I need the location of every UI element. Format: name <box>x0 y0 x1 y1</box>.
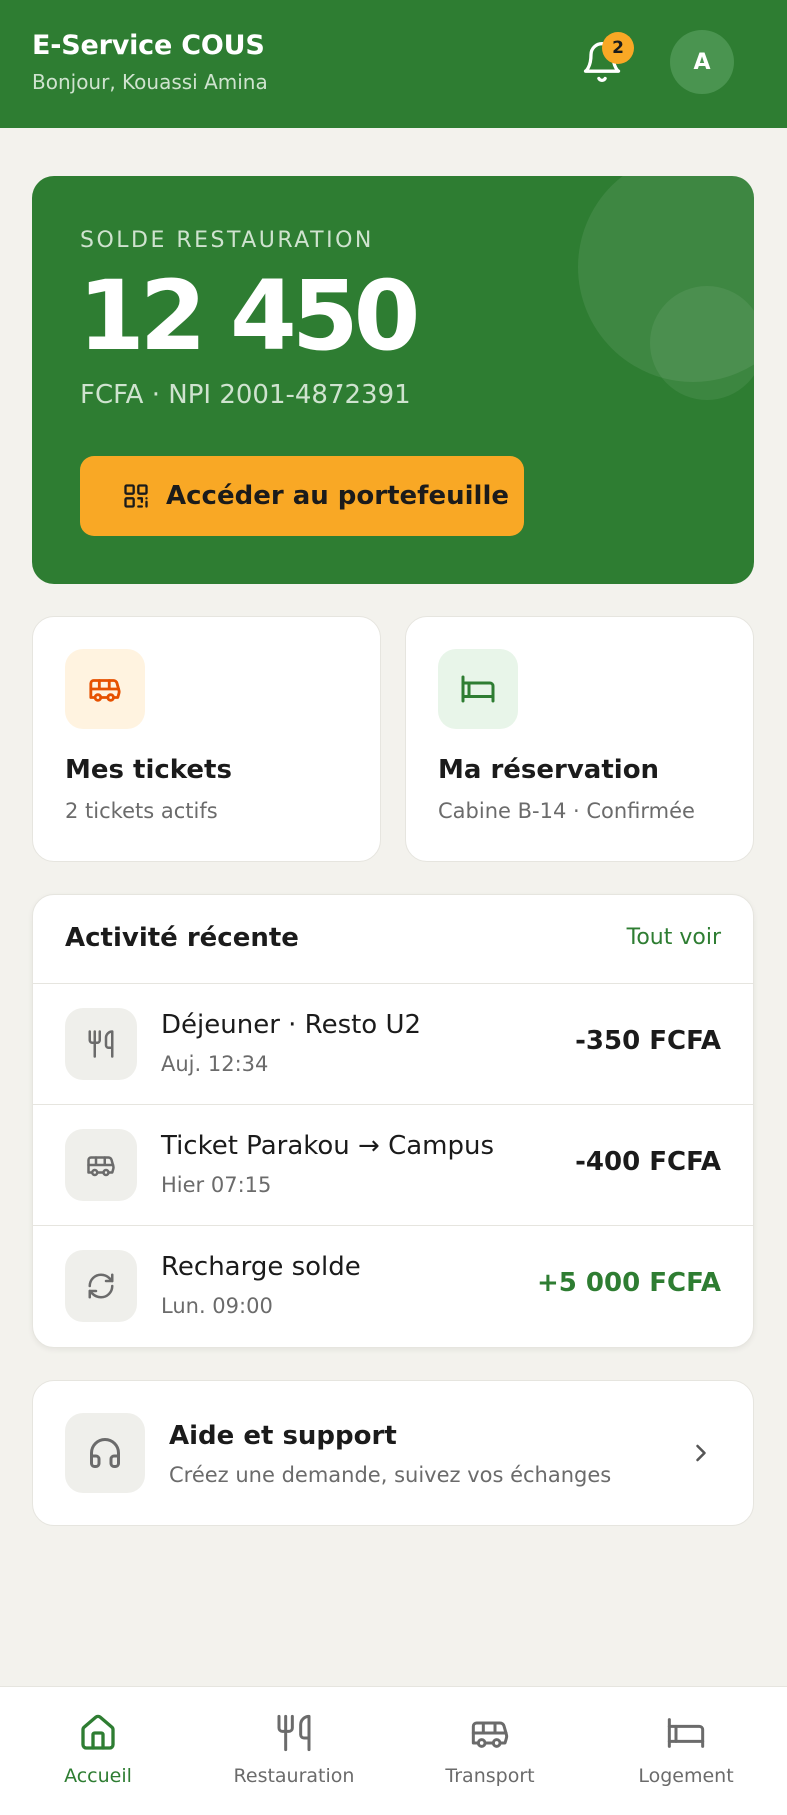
support-card[interactable]: Aide et support Créez une demande, suive… <box>32 1380 754 1526</box>
bottom-nav: Accueil Restauration Transport Logement <box>0 1686 787 1815</box>
reservation-icon-tile <box>438 649 518 729</box>
my-reservation-card[interactable]: Ma réservation Cabine B-14 · Confirmée <box>405 616 754 862</box>
nav-item-accueil[interactable]: Accueil <box>0 1687 196 1815</box>
activity-row-title: Ticket Parakou → Campus <box>161 1131 495 1161</box>
support-subtitle: Créez une demande, suivez vos échanges <box>169 1463 612 1487</box>
activity-row-date: Lun. 09:00 <box>161 1294 273 1318</box>
activity-row[interactable]: Recharge solde Lun. 09:00 +5 000 FCFA <box>33 1226 753 1347</box>
activity-icon-tile <box>65 1129 137 1201</box>
bed-icon <box>461 675 495 703</box>
nav-label: Restauration <box>233 1765 355 1787</box>
home-icon <box>81 1714 115 1750</box>
activity-row-title: Recharge solde <box>161 1252 361 1282</box>
bed-icon <box>667 1718 705 1748</box>
nav-label: Accueil <box>64 1765 132 1787</box>
utensils-icon <box>88 1030 114 1058</box>
avatar[interactable]: A <box>670 30 734 94</box>
app-header: E-Service COUS Bonjour, Kouassi Amina 2 … <box>0 0 787 128</box>
my-reservation-title: Ma réservation <box>438 755 660 785</box>
chevron-right-icon <box>696 1444 706 1462</box>
my-reservation-subtitle: Cabine B-14 · Confirmée <box>438 799 695 823</box>
app-title: E-Service COUS <box>32 30 265 61</box>
my-tickets-title: Mes tickets <box>65 755 232 785</box>
notification-badge: 2 <box>602 32 634 64</box>
activity-icon-tile <box>65 1008 137 1080</box>
bus-icon <box>87 1156 115 1177</box>
bus-icon <box>89 679 121 702</box>
activity-row[interactable]: Ticket Parakou → Campus Hier 07:15 -400 … <box>33 1105 753 1226</box>
headphones-icon <box>90 1438 120 1468</box>
utensils-icon <box>277 1714 311 1752</box>
nav-item-transport[interactable]: Transport <box>392 1687 588 1815</box>
activity-icon-tile <box>65 1250 137 1322</box>
activity-row-amount: +5 000 FCFA <box>537 1268 721 1298</box>
nav-label: Logement <box>638 1765 734 1787</box>
activity-row[interactable]: Déjeuner · Resto U2 Auj. 12:34 -350 FCFA <box>33 984 753 1105</box>
activity-row-date: Hier 07:15 <box>161 1173 272 1197</box>
tickets-icon-tile <box>65 649 145 729</box>
balance-meta: FCFA · NPI 2001-4872391 <box>80 380 411 410</box>
nav-label: Transport <box>445 1765 535 1787</box>
support-title: Aide et support <box>169 1421 397 1451</box>
support-icon-tile <box>65 1413 145 1493</box>
decorative-circle <box>650 286 754 400</box>
wallet-button[interactable]: Accéder au portefeuille <box>80 456 524 536</box>
refresh-icon <box>88 1273 114 1299</box>
see-all-link[interactable]: Tout voir <box>627 925 721 950</box>
bus-icon <box>471 1721 509 1748</box>
activity-row-date: Auj. 12:34 <box>161 1052 269 1076</box>
activity-row-title: Déjeuner · Resto U2 <box>161 1010 422 1040</box>
activity-row-amount: -400 FCFA <box>575 1147 721 1177</box>
nav-item-restauration[interactable]: Restauration <box>196 1687 392 1815</box>
activity-title: Activité récente <box>65 923 299 953</box>
balance-card: SOLDE RESTAURATION 12 450 FCFA · NPI 200… <box>32 176 754 584</box>
wallet-button-label: Accéder au portefeuille <box>166 481 509 511</box>
my-tickets-subtitle: 2 tickets actifs <box>65 799 218 823</box>
greeting-text: Bonjour, Kouassi Amina <box>32 70 268 94</box>
my-tickets-card[interactable]: Mes tickets 2 tickets actifs <box>32 616 381 862</box>
qr-code-icon <box>124 484 148 508</box>
balance-label: SOLDE RESTAURATION <box>80 228 374 253</box>
recent-activity-card: Activité récente Tout voir Déjeuner · Re… <box>32 894 754 1348</box>
nav-item-logement[interactable]: Logement <box>588 1687 784 1815</box>
activity-row-amount: -350 FCFA <box>575 1026 721 1056</box>
activity-header: Activité récente Tout voir <box>33 895 753 984</box>
balance-amount: 12 450 <box>78 260 420 372</box>
